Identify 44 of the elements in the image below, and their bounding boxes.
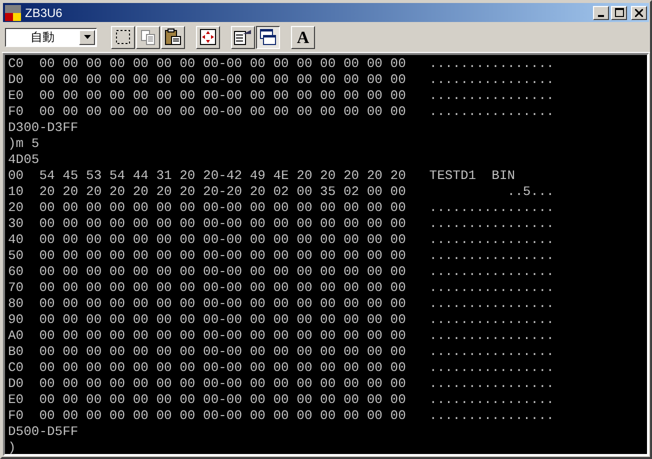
console-line: C0 00 00 00 00 00 00 00 00-00 00 00 00 00 00 00 00 ................	[8, 360, 554, 376]
console-line: B0 00 00 00 00 00 00 00 00-00 00 00 00 00 00 00 00 ................	[8, 344, 554, 360]
console-line: F0 00 00 00 00 00 00 00 00-00 00 00 00 00 00 00 00 ................	[8, 104, 554, 120]
minimize-icon	[598, 14, 604, 16]
console-line: 90 00 00 00 00 00 00 00 00-00 00 00 00 00 00 00 00 ................	[8, 312, 554, 328]
properties-icon	[233, 28, 253, 46]
console-line: F0 00 00 00 00 00 00 00 00-00 00 00 00 00 00 00 00 ................	[8, 408, 554, 424]
close-button[interactable]	[631, 6, 647, 20]
copy-icon	[140, 29, 156, 45]
console-line: 4D05	[8, 152, 40, 168]
console-line: E0 00 00 00 00 00 00 00 00-00 00 00 00 00 00 00 00 ................	[8, 392, 554, 408]
console-line: )	[8, 440, 16, 454]
fullscreen-icon	[199, 28, 217, 46]
selection-icon	[115, 29, 131, 45]
console-line: 10 20 20 20 20 20 20 20 20-20 20 02 00 35 02 00 00 ..5...	[8, 184, 554, 200]
console-line: 70 00 00 00 00 00 00 00 00-00 00 00 00 00 00 00 00 ................	[8, 280, 554, 296]
console-line: D300-D3FF	[8, 120, 78, 136]
minimize-button[interactable]	[593, 6, 609, 20]
console-line: 80 00 00 00 00 00 00 00 00-00 00 00 00 00 00 00 00 ................	[8, 296, 554, 312]
toolbar-button[interactable]: A	[291, 26, 315, 48]
console-line: D0 00 00 00 00 00 00 00 00-00 00 00 00 00 00 00 00 ................	[8, 72, 554, 88]
console-line: )m 5	[8, 136, 40, 152]
windows-icon	[259, 28, 277, 46]
window-title: ZB3U6	[25, 4, 64, 22]
console-line: 60 00 00 00 00 00 00 00 00-00 00 00 00 00 00 00 00 ................	[8, 264, 554, 280]
close-icon	[635, 8, 643, 16]
console-line: C0 00 00 00 00 00 00 00 00-00 00 00 00 00 00 00 00 ................	[8, 56, 554, 72]
console-line: 50 00 00 00 00 00 00 00 00-00 00 00 00 00 00 00 00 ................	[8, 248, 554, 264]
maximize-icon	[614, 8, 624, 17]
font-size-select[interactable]: 自動	[5, 28, 97, 46]
console-line: A0 00 00 00 00 00 00 00 00-00 00 00 00 00 00 00 00 ................	[8, 328, 554, 344]
maximize-button[interactable]	[611, 6, 627, 20]
clipboard-icon	[164, 28, 182, 46]
dropdown-arrow-icon	[84, 35, 90, 39]
console-line: D500-D5FF	[8, 424, 78, 440]
console-line: 40 00 00 00 00 00 00 00 00-00 00 00 00 00 00 00 00 ................	[8, 232, 554, 248]
font-glyph: A	[296, 28, 310, 46]
toolbar-button[interactable]	[256, 26, 280, 48]
console-line: 30 00 00 00 00 00 00 00 00-00 00 00 00 00 00 00 00 ................	[8, 216, 554, 232]
console-line: E0 00 00 00 00 00 00 00 00-00 00 00 00 00 00 00 00 ................	[8, 88, 554, 104]
console-line: 20 00 00 00 00 00 00 00 00-00 00 00 00 00 00 00 00 ................	[8, 200, 554, 216]
app-icon	[5, 4, 21, 20]
console-line: D0 00 00 00 00 00 00 00 00-00 00 00 00 00 00 00 00 ................	[8, 376, 554, 392]
console-line: 00 54 45 53 54 44 31 20 20-42 49 4E 20 20 20 20 20 TESTD1 BIN	[8, 168, 516, 184]
